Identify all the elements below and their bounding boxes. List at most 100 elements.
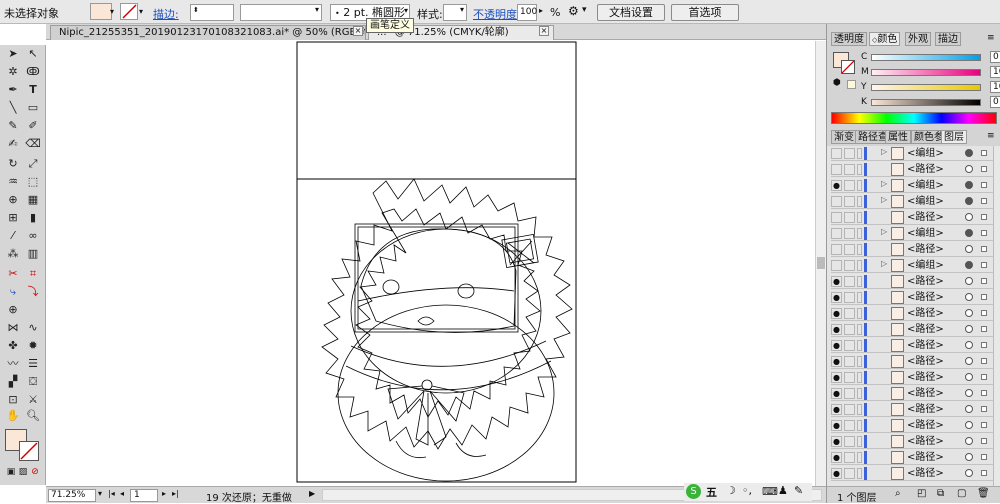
selection-square[interactable] — [981, 438, 987, 444]
graph-tool-icon[interactable]: ▞ — [4, 375, 22, 389]
lock-toggle[interactable] — [844, 164, 855, 175]
eye-icon[interactable] — [831, 228, 842, 239]
lock-toggle[interactable] — [844, 308, 855, 319]
wave-tool-icon[interactable]: ∿ — [24, 321, 42, 335]
eye-icon[interactable]: ● — [831, 372, 842, 383]
lock-toggle[interactable] — [844, 292, 855, 303]
selection-square[interactable] — [981, 166, 987, 172]
selection-square[interactable] — [981, 326, 987, 332]
target-icon[interactable] — [965, 165, 973, 173]
ime-mode[interactable]: 五 — [706, 484, 717, 500]
template-toggle[interactable] — [857, 180, 862, 191]
layer-name[interactable]: <路径> — [907, 211, 944, 224]
lock-toggle[interactable] — [844, 452, 855, 463]
eye-icon[interactable]: ● — [831, 452, 842, 463]
layer-name[interactable]: <路径> — [907, 435, 944, 448]
selection-square[interactable] — [981, 150, 987, 156]
brush-dropdown-arrow[interactable]: ▾ — [404, 6, 408, 15]
none-mode-icon[interactable]: ⊘ — [26, 465, 44, 479]
template-toggle[interactable] — [857, 292, 862, 303]
target-icon[interactable] — [965, 261, 973, 269]
lock-toggle[interactable] — [844, 436, 855, 447]
type-tool-icon[interactable]: T — [24, 83, 42, 97]
tab-gradient[interactable]: 渐变 — [831, 130, 857, 144]
layer-row[interactable]: <路径> — [831, 162, 993, 177]
lock-toggle[interactable] — [844, 244, 855, 255]
lock-toggle[interactable] — [844, 388, 855, 399]
template-toggle[interactable] — [857, 244, 862, 255]
stroke-swatch[interactable] — [120, 3, 138, 20]
direct-selection-tool-icon[interactable]: ↖ — [24, 47, 42, 61]
opacity-input[interactable]: 100 — [517, 4, 537, 21]
close-icon[interactable]: × — [353, 26, 363, 36]
lock-toggle[interactable] — [844, 404, 855, 415]
zoom-tool-icon[interactable]: 🔍︎ — [24, 409, 42, 423]
layer-row[interactable]: ● <路径> — [831, 354, 993, 369]
blend-tool-icon[interactable]: ∞ — [24, 229, 42, 243]
tab-appearance[interactable]: 外观 — [905, 32, 931, 46]
layer-row[interactable]: ● <路径> — [831, 338, 993, 353]
target-icon[interactable] — [965, 405, 973, 413]
layer-row[interactable]: ● ▷ <编组> — [831, 178, 993, 193]
template-toggle[interactable] — [857, 164, 862, 175]
stroke-color-box[interactable] — [19, 441, 39, 461]
sogou-icon[interactable]: S — [686, 484, 701, 499]
layer-row[interactable]: ● <路径> — [831, 466, 993, 481]
target-icon[interactable] — [965, 341, 973, 349]
lock-toggle[interactable] — [844, 228, 855, 239]
slice-tool-icon[interactable]: ⌗ — [24, 267, 42, 281]
template-toggle[interactable] — [857, 436, 862, 447]
first-page-icon[interactable]: |◂ — [108, 489, 115, 498]
eye-icon[interactable]: ● — [831, 340, 842, 351]
template-toggle[interactable] — [857, 324, 862, 335]
warp-tool-icon[interactable]: ♒ — [4, 175, 22, 189]
lock-toggle[interactable] — [844, 260, 855, 271]
prev-page-icon[interactable]: ◂ — [120, 489, 124, 498]
selection-square[interactable] — [981, 230, 987, 236]
target-icon[interactable] — [965, 181, 973, 189]
crop-tool-icon[interactable]: ⊡ — [4, 393, 22, 407]
user-icon[interactable]: ♟ — [778, 484, 788, 497]
layer-name[interactable]: <编组> — [907, 195, 944, 208]
chevron-down-icon[interactable]: ▾ — [98, 489, 102, 498]
layer-row[interactable]: <路径> — [831, 242, 993, 257]
page-dropdown[interactable]: 1 — [130, 489, 158, 502]
lock-toggle[interactable] — [844, 180, 855, 191]
selection-square[interactable] — [981, 454, 987, 460]
artboard-tool-icon[interactable]: ✂ — [4, 267, 22, 281]
hand-tool-icon[interactable]: ✋ — [4, 409, 22, 423]
template-toggle[interactable] — [857, 420, 862, 431]
gradient-tool-icon[interactable]: ▮ — [24, 211, 42, 225]
lock-toggle[interactable] — [844, 276, 855, 287]
close-icon[interactable]: × — [539, 26, 549, 36]
eye-icon[interactable]: ● — [831, 356, 842, 367]
layer-name[interactable]: <编组> — [907, 179, 944, 192]
out-of-gamut-icon[interactable]: ⬢ — [833, 78, 841, 88]
target-icon[interactable] — [965, 469, 973, 477]
m-value[interactable]: 10.16 — [990, 66, 1000, 78]
eye-icon[interactable] — [831, 164, 842, 175]
lock-toggle[interactable] — [844, 420, 855, 431]
layer-name[interactable]: <路径> — [907, 243, 944, 256]
perspective-grid-tool-icon[interactable]: ▦ — [24, 193, 42, 207]
delete-icon[interactable]: 🗑︎ — [977, 488, 990, 499]
curvature-tool-icon[interactable]: ⤵ — [24, 285, 42, 299]
pucker-tool-icon[interactable]: ✤ — [4, 339, 22, 353]
layer-name[interactable]: <路径> — [907, 451, 944, 464]
keyboard-icon[interactable]: ⌨ — [762, 485, 778, 498]
target-icon[interactable] — [965, 325, 973, 333]
vertical-scrollbar[interactable] — [815, 41, 826, 486]
variable-width-dropdown[interactable]: ▾ — [240, 4, 322, 21]
color-spectrum[interactable] — [831, 112, 997, 124]
selection-square[interactable] — [981, 262, 987, 268]
tab-document-rgb[interactable]: Nipic_21255351_20190123170108321083.ai* … — [50, 25, 366, 40]
layer-name[interactable]: <路径> — [907, 371, 944, 384]
blob-brush-tool-icon[interactable]: ✍ — [4, 137, 22, 151]
eye-icon[interactable]: ● — [831, 436, 842, 447]
k-slider[interactable] — [871, 99, 981, 106]
target-icon[interactable] — [965, 293, 973, 301]
target-icon[interactable] — [965, 149, 973, 157]
c-value[interactable]: 0 — [990, 51, 1000, 63]
stroke-weight-input[interactable]: ⬍ — [190, 4, 234, 21]
layer-row[interactable]: ▷ <编组> — [831, 226, 993, 241]
